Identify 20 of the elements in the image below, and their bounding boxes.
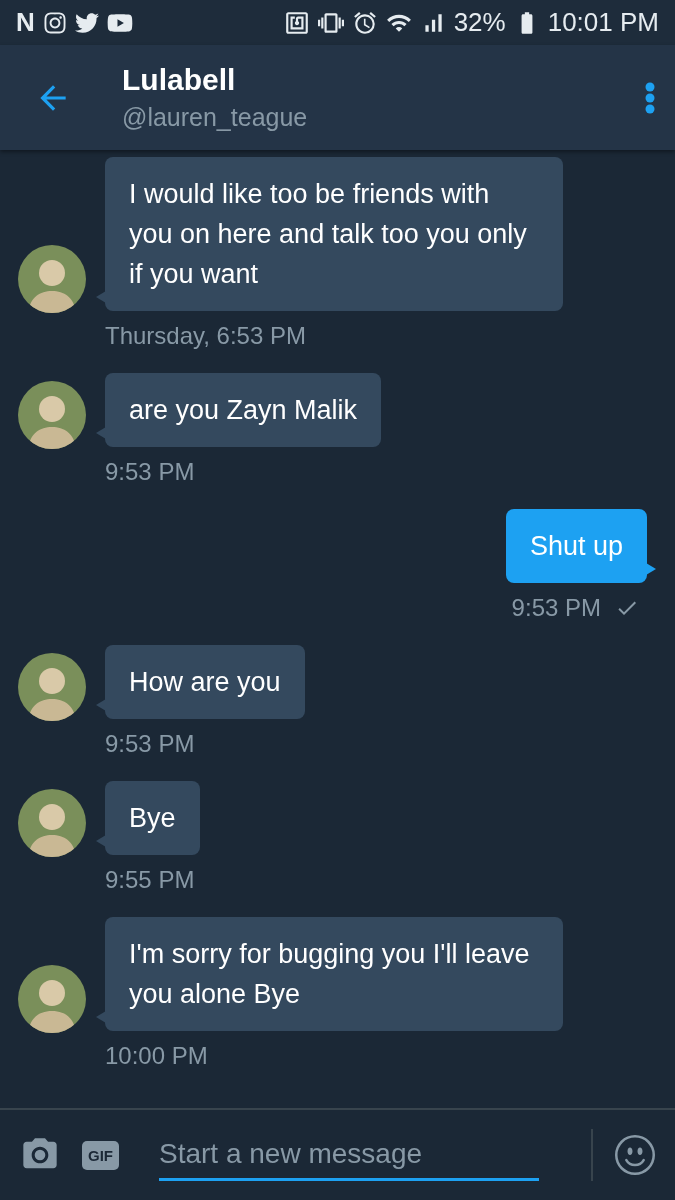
message-time: Thursday, 6:53 PM [105,321,306,351]
message-time: 9:55 PM [105,865,195,895]
more-button[interactable] [645,81,655,114]
contact-name: Lulabell [122,63,237,97]
message-time: 10:00 PM [105,1041,208,1071]
nfc-icon [283,9,310,36]
message-time: 9:53 PM [105,729,195,759]
gif-button[interactable]: GIF [82,1140,119,1170]
battery-percent: 32% [453,7,506,38]
more-icon [645,81,655,114]
clock: 10:01 PM [547,7,659,38]
instagram-icon [42,10,67,35]
bird-icon [74,10,99,35]
contact-handle: @lauren_teague [122,103,309,132]
message-time: 9:53 PM [511,593,601,623]
message-time: 9:53 PM [105,457,195,487]
message-input[interactable]: Start a new message [159,1129,539,1181]
notification-text: N [16,7,35,38]
emoji-button[interactable] [615,1135,655,1175]
alarm-icon [351,9,378,36]
